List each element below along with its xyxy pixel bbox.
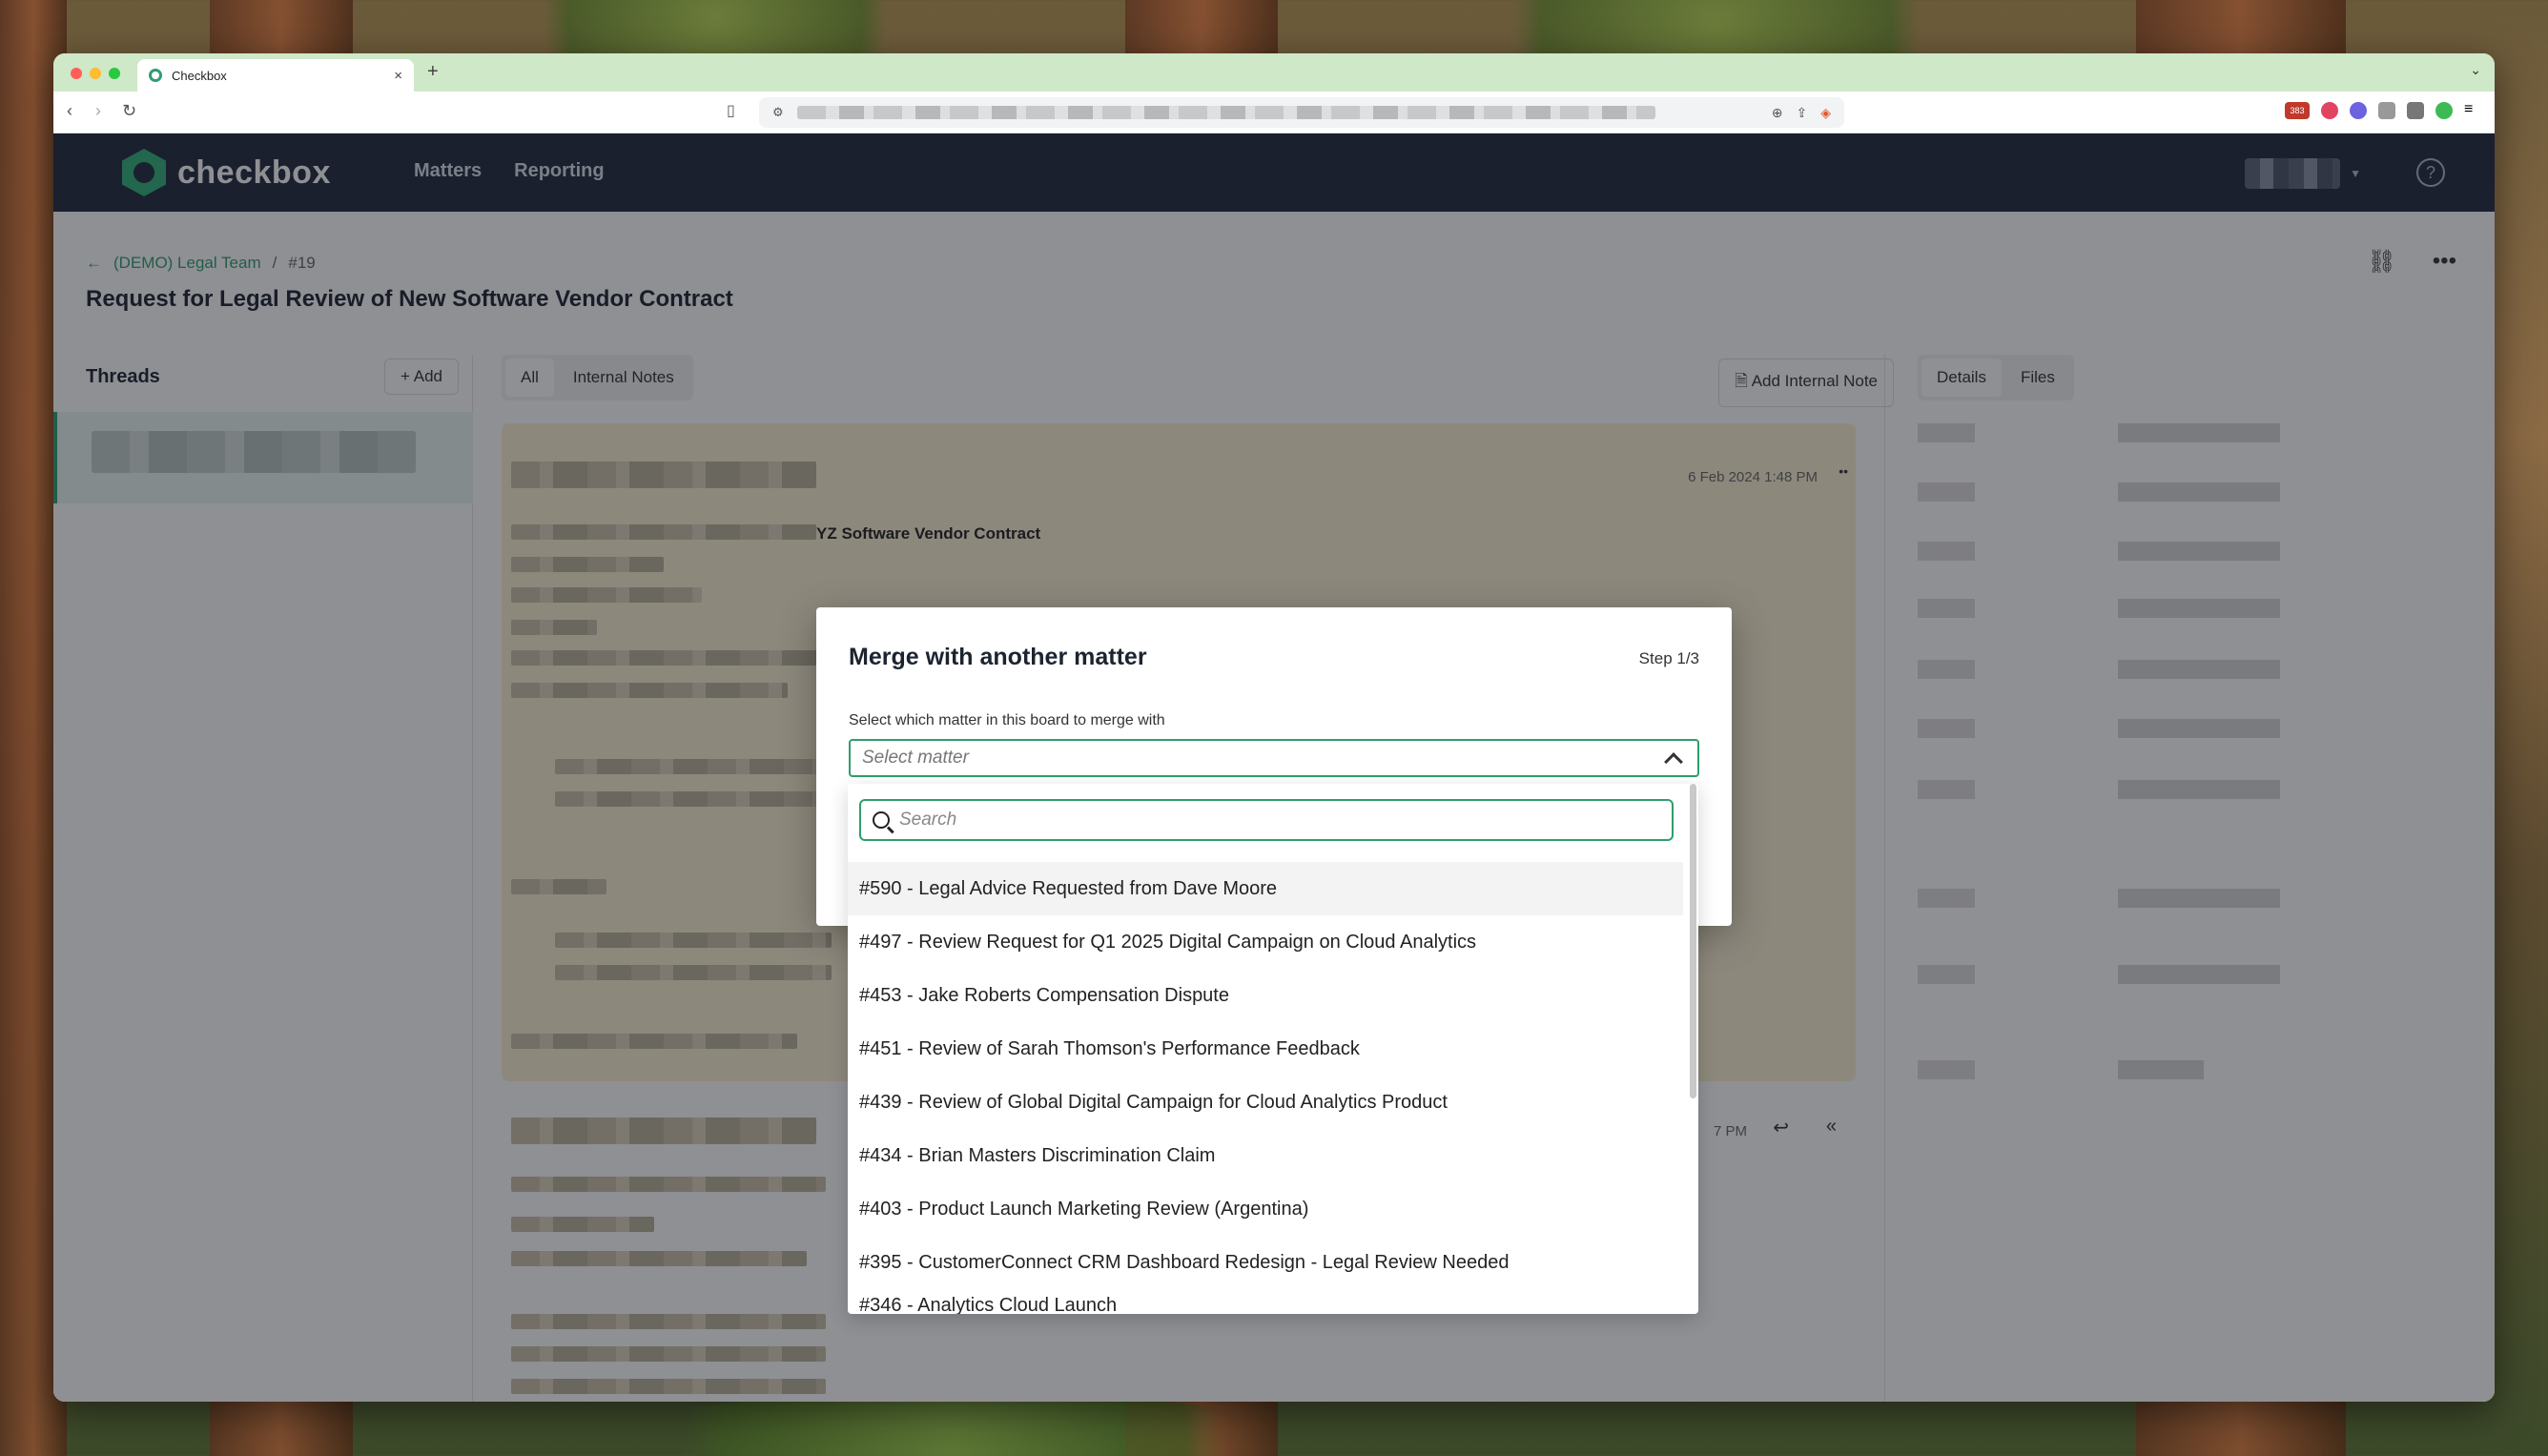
- zoom-window-button[interactable]: [109, 68, 120, 79]
- matter-options-dropdown: #590 - Legal Advice Requested from Dave …: [848, 784, 1698, 1314]
- url-text-redacted: [796, 106, 1655, 119]
- extension-icon[interactable]: [2435, 102, 2453, 119]
- extension-icon[interactable]: [2350, 102, 2367, 119]
- window-controls: [71, 68, 120, 79]
- search-icon: [873, 811, 890, 829]
- matter-options-list: #590 - Legal Advice Requested from Dave …: [848, 862, 1683, 1314]
- extensions-puzzle-icon[interactable]: [2378, 102, 2395, 119]
- bookmark-icon[interactable]: ▯: [727, 101, 735, 120]
- forward-icon[interactable]: ›: [95, 101, 101, 121]
- tab-list-chevron-icon[interactable]: ⌄: [2470, 62, 2481, 78]
- tab-title: Checkbox: [172, 68, 227, 83]
- extension-icon[interactable]: [2321, 102, 2338, 119]
- tab-close-icon[interactable]: ×: [394, 68, 402, 84]
- address-bar[interactable]: ⚙ ⊕ ⇪ ◈: [759, 97, 1844, 128]
- brave-shield-icon[interactable]: ◈: [1820, 105, 1831, 121]
- matter-search-box[interactable]: [859, 799, 1674, 841]
- back-icon[interactable]: ‹: [67, 101, 72, 121]
- extension-icon[interactable]: [2407, 102, 2424, 119]
- checkbox-favicon-icon: [149, 69, 162, 82]
- modal-step-indicator: Step 1/3: [1638, 649, 1699, 667]
- extension-icons: 383 ≡: [2285, 102, 2481, 119]
- tab-strip: Checkbox × + ⌄: [53, 53, 2495, 92]
- select-matter-dropdown[interactable]: Select matter: [849, 739, 1699, 777]
- matter-search-input[interactable]: [899, 810, 1643, 831]
- matter-option[interactable]: #590 - Legal Advice Requested from Dave …: [848, 862, 1683, 915]
- reload-icon[interactable]: ↻: [122, 101, 136, 121]
- select-matter-label: Select which matter in this board to mer…: [849, 712, 1165, 728]
- matter-option[interactable]: #434 - Brian Masters Discrimination Clai…: [848, 1129, 1683, 1182]
- share-icon[interactable]: ⇪: [1796, 105, 1807, 121]
- minimize-window-button[interactable]: [90, 68, 101, 79]
- browser-tab[interactable]: Checkbox ×: [137, 59, 414, 92]
- matter-option[interactable]: #439 - Review of Global Digital Campaign…: [848, 1076, 1683, 1129]
- dropdown-scrollbar[interactable]: [1690, 784, 1696, 1098]
- site-settings-icon[interactable]: ⚙: [772, 105, 784, 120]
- matter-option[interactable]: #451 - Review of Sarah Thomson's Perform…: [848, 1022, 1683, 1076]
- matter-option[interactable]: #497 - Review Request for Q1 2025 Digita…: [848, 915, 1683, 969]
- modal-title: Merge with another matter: [849, 644, 1147, 670]
- matter-option[interactable]: #403 - Product Launch Marketing Review (…: [848, 1182, 1683, 1236]
- matter-option[interactable]: #346 - Analytics Cloud Launch: [848, 1289, 1683, 1314]
- close-window-button[interactable]: [71, 68, 82, 79]
- extension-badge-icon[interactable]: 383: [2285, 102, 2310, 119]
- matter-option[interactable]: #395 - CustomerConnect CRM Dashboard Red…: [848, 1236, 1683, 1289]
- chevron-up-icon: [1664, 752, 1683, 771]
- select-matter-placeholder: Select matter: [862, 748, 969, 768]
- browser-menu-icon[interactable]: ≡: [2464, 102, 2481, 119]
- browser-toolbar: ‹ › ↻ ▯ ⚙ ⊕ ⇪ ◈ 383 ≡: [53, 92, 2495, 133]
- matter-option[interactable]: #453 - Jake Roberts Compensation Dispute: [848, 969, 1683, 1022]
- zoom-icon[interactable]: ⊕: [1772, 105, 1783, 121]
- new-tab-button[interactable]: +: [427, 61, 439, 83]
